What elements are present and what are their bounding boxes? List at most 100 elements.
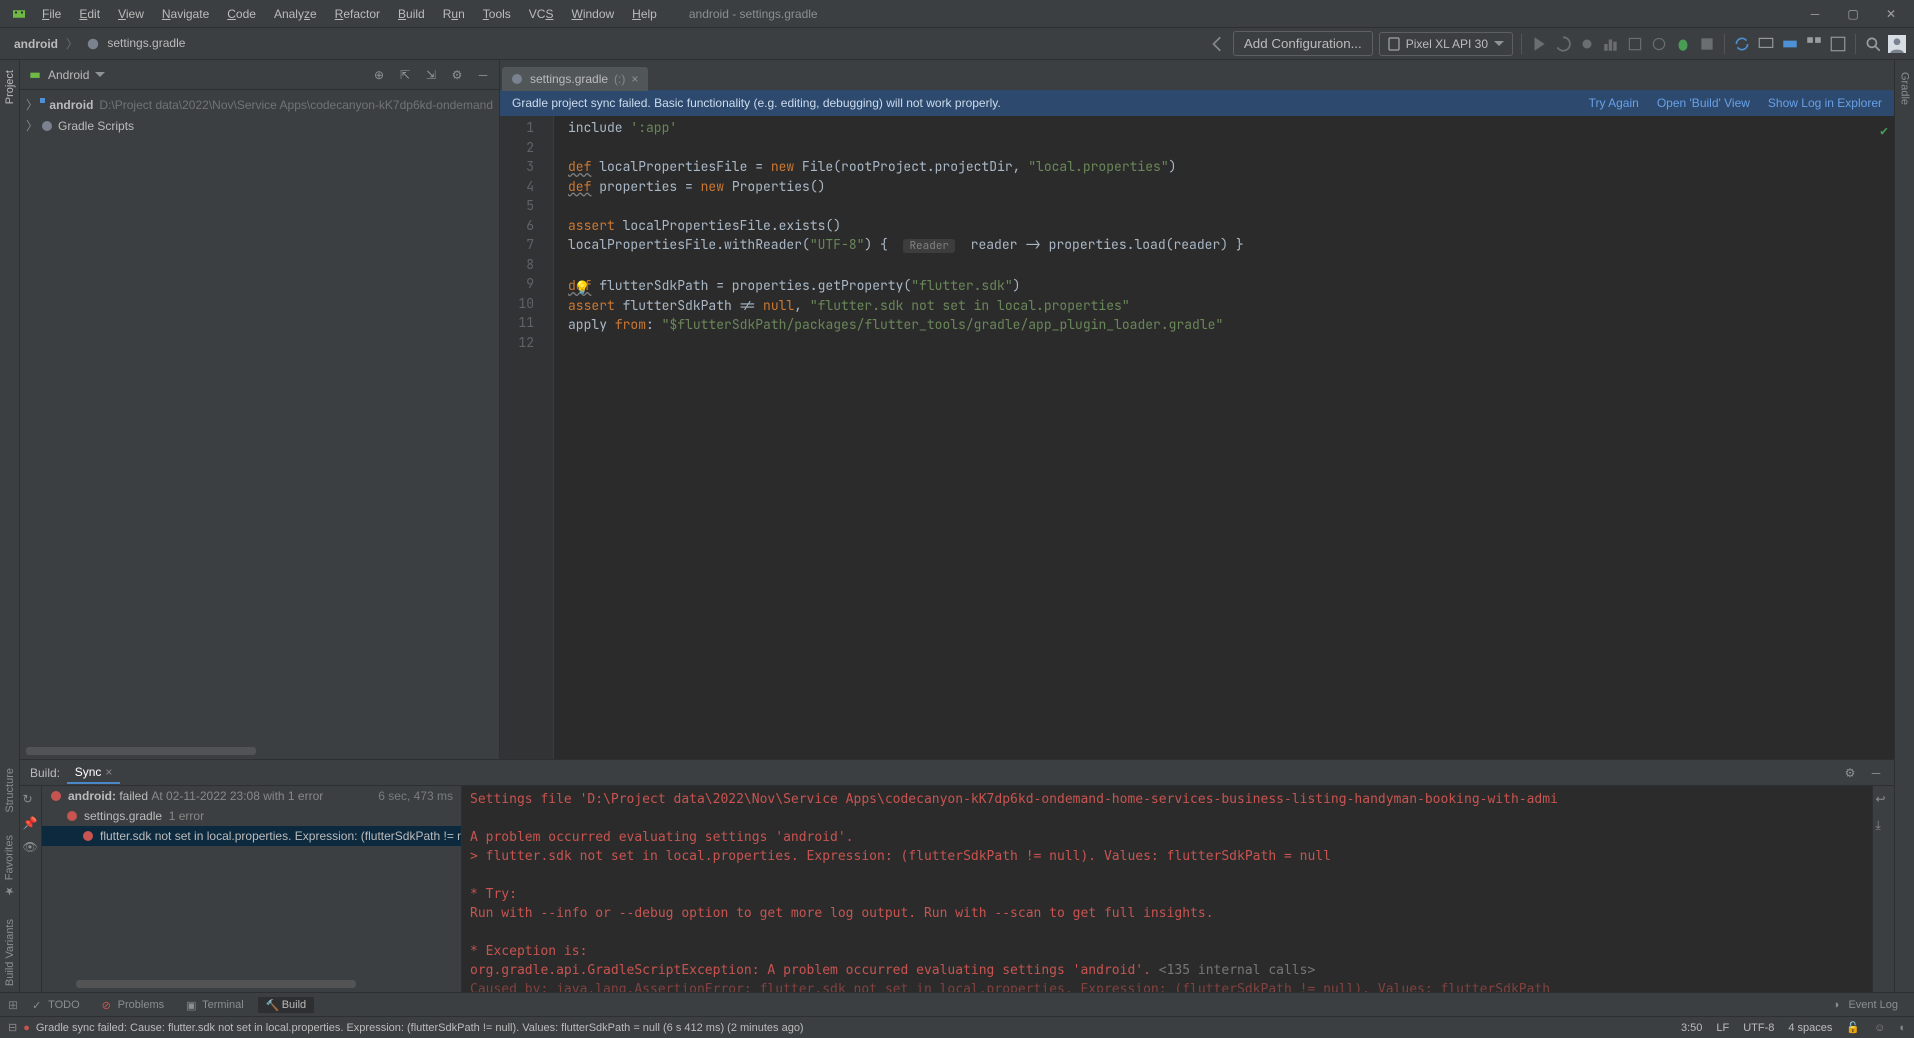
breadcrumb-root[interactable]: android xyxy=(8,35,64,53)
tab-terminal[interactable]: ▣Terminal xyxy=(178,997,252,1013)
target-icon[interactable]: ⊕ xyxy=(371,67,387,83)
rerun-icon[interactable]: ↻ xyxy=(23,792,39,808)
analysis-ok-icon[interactable]: ✔ xyxy=(1880,122,1888,139)
expand-icon[interactable]: ⇱ xyxy=(397,67,413,83)
open-build-view-link[interactable]: Open 'Build' View xyxy=(1657,96,1750,110)
try-again-link[interactable]: Try Again xyxy=(1589,96,1639,110)
profiler-icon[interactable] xyxy=(1602,35,1620,53)
editor-tabs: settings.gradle (:) × xyxy=(500,60,1894,90)
gear-icon[interactable]: ⚙ xyxy=(449,67,465,83)
build-tree[interactable]: android: failed At 02-11-2022 23:08 with… xyxy=(42,786,462,992)
close-tab-icon[interactable]: × xyxy=(631,72,638,86)
avd-manager-icon[interactable] xyxy=(1757,35,1775,53)
nav-back-icon[interactable] xyxy=(1209,35,1227,53)
avatar-icon[interactable] xyxy=(1888,35,1906,53)
menu-window[interactable]: Window xyxy=(563,4,622,24)
show-log-link[interactable]: Show Log in Explorer xyxy=(1768,96,1882,110)
code-editor[interactable]: 123456789101112 include ':app' def local… xyxy=(500,116,1894,759)
close-icon[interactable]: × xyxy=(105,765,112,779)
build-row-error[interactable]: flutter.sdk not set in local.properties.… xyxy=(42,826,461,846)
hide-icon[interactable]: ─ xyxy=(1868,765,1884,781)
soft-wrap-icon[interactable]: ↩ xyxy=(1876,792,1892,808)
minimize-button[interactable]: ─ xyxy=(1808,7,1822,21)
line-ending[interactable]: LF xyxy=(1716,1022,1729,1034)
window-controls: ─ ▢ ✕ xyxy=(1808,7,1910,21)
close-button[interactable]: ✕ xyxy=(1884,7,1898,21)
menu-view[interactable]: View xyxy=(110,4,152,24)
code-content[interactable]: include ':app' def localPropertiesFile =… xyxy=(554,116,1894,759)
project-tree[interactable]: 〉 android D:\Project data\2022\Nov\Servi… xyxy=(20,90,499,747)
build-row-file[interactable]: settings.gradle 1 error xyxy=(42,806,461,826)
menu-analyze[interactable]: Analyze xyxy=(266,4,325,24)
project-view-selector[interactable]: Android xyxy=(28,68,105,82)
gradle-sync-banner: Gradle project sync failed. Basic functi… xyxy=(500,90,1894,116)
menu-edit[interactable]: Edit xyxy=(71,4,108,24)
horizontal-scrollbar[interactable] xyxy=(76,980,356,988)
device-dropdown[interactable]: Pixel XL API 30 xyxy=(1379,32,1513,56)
menu-file[interactable]: File xyxy=(34,4,69,24)
gear-icon[interactable]: ⚙ xyxy=(1842,765,1858,781)
tab-build[interactable]: 🔨Build xyxy=(258,997,314,1013)
error-icon xyxy=(82,830,94,842)
status-bar: ⊟ ● Gradle sync failed: Cause: flutter.s… xyxy=(0,1016,1914,1038)
pin-icon[interactable]: 📌 xyxy=(23,816,39,832)
coverage-icon[interactable] xyxy=(1626,35,1644,53)
breadcrumb-file[interactable]: settings.gradle xyxy=(80,34,191,53)
menu-build[interactable]: Build xyxy=(390,4,433,24)
layout-inspector-icon[interactable] xyxy=(1829,35,1847,53)
tab-event-log[interactable]: ◑Event Log xyxy=(1824,997,1906,1013)
run-icon[interactable] xyxy=(1530,35,1548,53)
menu-code[interactable]: Code xyxy=(219,4,264,24)
read-only-icon[interactable]: 🔓 xyxy=(1846,1021,1860,1034)
bug-icon[interactable] xyxy=(1674,35,1692,53)
collapse-icon[interactable]: ⇲ xyxy=(423,67,439,83)
emoji-icon[interactable]: ☺ xyxy=(1874,1022,1885,1034)
chevron-right-icon: 〉 xyxy=(26,96,38,113)
encoding[interactable]: UTF-8 xyxy=(1743,1022,1774,1034)
menu-help[interactable]: Help xyxy=(624,4,665,24)
sdk-manager-icon[interactable] xyxy=(1781,35,1799,53)
debug-icon[interactable] xyxy=(1578,35,1596,53)
indent[interactable]: 4 spaces xyxy=(1788,1022,1832,1034)
tree-gradle-scripts[interactable]: 〉 Gradle Scripts xyxy=(20,115,499,136)
menu-run[interactable]: Run xyxy=(435,4,473,24)
tab-todo[interactable]: ✓TODO xyxy=(24,997,88,1013)
status-hide-icon[interactable]: ⊟ xyxy=(8,1021,17,1034)
menu-navigate[interactable]: Navigate xyxy=(154,4,217,24)
tool-windows-icon[interactable]: ⊞ xyxy=(8,998,18,1012)
build-output[interactable]: Settings file 'D:\Project data\2022\Nov\… xyxy=(462,786,1872,992)
maximize-button[interactable]: ▢ xyxy=(1846,7,1860,21)
build-tab-sync[interactable]: Sync× xyxy=(67,762,121,784)
build-row-root[interactable]: android: failed At 02-11-2022 23:08 with… xyxy=(42,786,461,806)
editor-tab-settings-gradle[interactable]: settings.gradle (:) × xyxy=(502,67,648,91)
sync-gradle-icon[interactable] xyxy=(1733,35,1751,53)
chevron-right-icon: 〉 xyxy=(26,117,38,134)
tree-module[interactable]: 〉 android D:\Project data\2022\Nov\Servi… xyxy=(20,94,499,115)
scroll-end-icon[interactable]: ⤓ xyxy=(1876,818,1892,834)
build-right-toolbar: ↩ ⤓ xyxy=(1872,786,1894,992)
apply-changes-icon[interactable] xyxy=(1554,35,1572,53)
search-icon[interactable] xyxy=(1864,35,1882,53)
tool-build-variants[interactable]: Build Variants xyxy=(4,913,16,992)
menu-vcs[interactable]: VCS xyxy=(521,4,562,24)
android-studio-logo-icon xyxy=(10,5,28,23)
view-icon[interactable]: 👁 xyxy=(23,840,39,856)
add-configuration-button[interactable]: Add Configuration... xyxy=(1233,31,1373,56)
tool-structure[interactable]: Structure xyxy=(4,762,16,819)
stop-icon[interactable] xyxy=(1698,35,1716,53)
horizontal-scrollbar[interactable] xyxy=(26,747,256,755)
memory-indicator[interactable]: ◐ xyxy=(1899,1022,1906,1034)
menu-tools[interactable]: Tools xyxy=(475,4,519,24)
build-header-label: Build: xyxy=(30,766,60,780)
tool-gradle[interactable]: Gradle xyxy=(1899,66,1911,111)
attach-debugger-icon[interactable] xyxy=(1650,35,1668,53)
menu-refactor[interactable]: Refactor xyxy=(327,4,388,24)
tool-favorites[interactable]: ★ Favorites xyxy=(3,829,16,903)
hide-icon[interactable]: ─ xyxy=(475,67,491,83)
tool-project[interactable]: Project xyxy=(4,64,16,110)
lightbulb-icon[interactable]: 💡 xyxy=(574,278,590,298)
resource-manager-icon[interactable] xyxy=(1805,35,1823,53)
tab-problems[interactable]: ⊘Problems xyxy=(94,997,172,1013)
menu-bar: File Edit View Navigate Code Analyze Ref… xyxy=(34,4,665,24)
cursor-position[interactable]: 3:50 xyxy=(1681,1022,1702,1034)
